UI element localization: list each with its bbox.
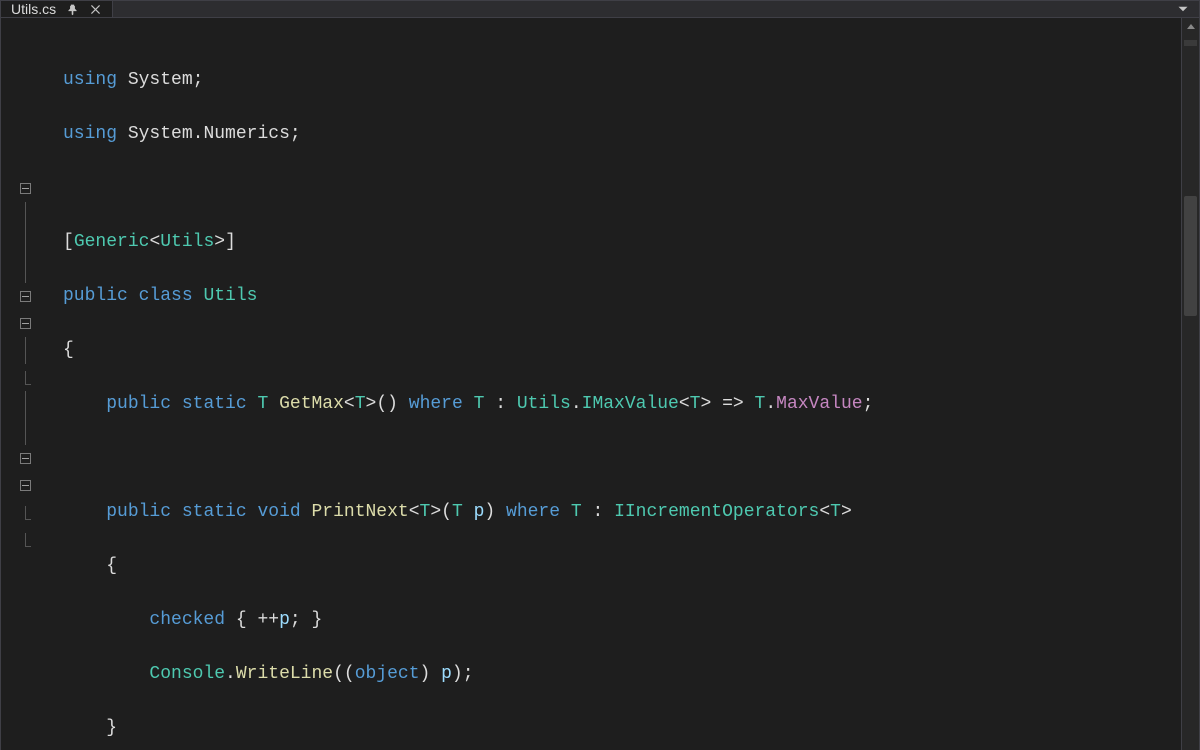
fold-toggle-icon[interactable] (20, 291, 31, 302)
fold-toggle-icon[interactable] (20, 318, 31, 329)
pin-icon[interactable] (66, 3, 79, 16)
fold-toggle-icon[interactable] (20, 183, 31, 194)
chevron-down-icon (1177, 3, 1189, 15)
editor-window: Utils.cs (0, 0, 1200, 750)
file-tab[interactable]: Utils.cs (1, 1, 113, 17)
editor-area: using System; using System.Numerics; [Ge… (1, 18, 1199, 750)
code-editor[interactable]: using System; using System.Numerics; [Ge… (49, 18, 1181, 750)
tab-filename: Utils.cs (11, 1, 56, 17)
vertical-scrollbar[interactable] (1181, 18, 1199, 750)
folding-gutter[interactable] (1, 18, 49, 750)
scroll-track[interactable] (1182, 36, 1199, 750)
tab-bar-overflow[interactable] (1177, 1, 1199, 17)
fold-toggle-icon[interactable] (20, 453, 31, 464)
fold-toggle-icon[interactable] (20, 480, 31, 491)
close-icon[interactable] (89, 3, 102, 16)
scroll-up-icon[interactable] (1182, 18, 1199, 36)
tab-bar: Utils.cs (1, 1, 1199, 18)
scroll-thumb[interactable] (1184, 196, 1197, 316)
